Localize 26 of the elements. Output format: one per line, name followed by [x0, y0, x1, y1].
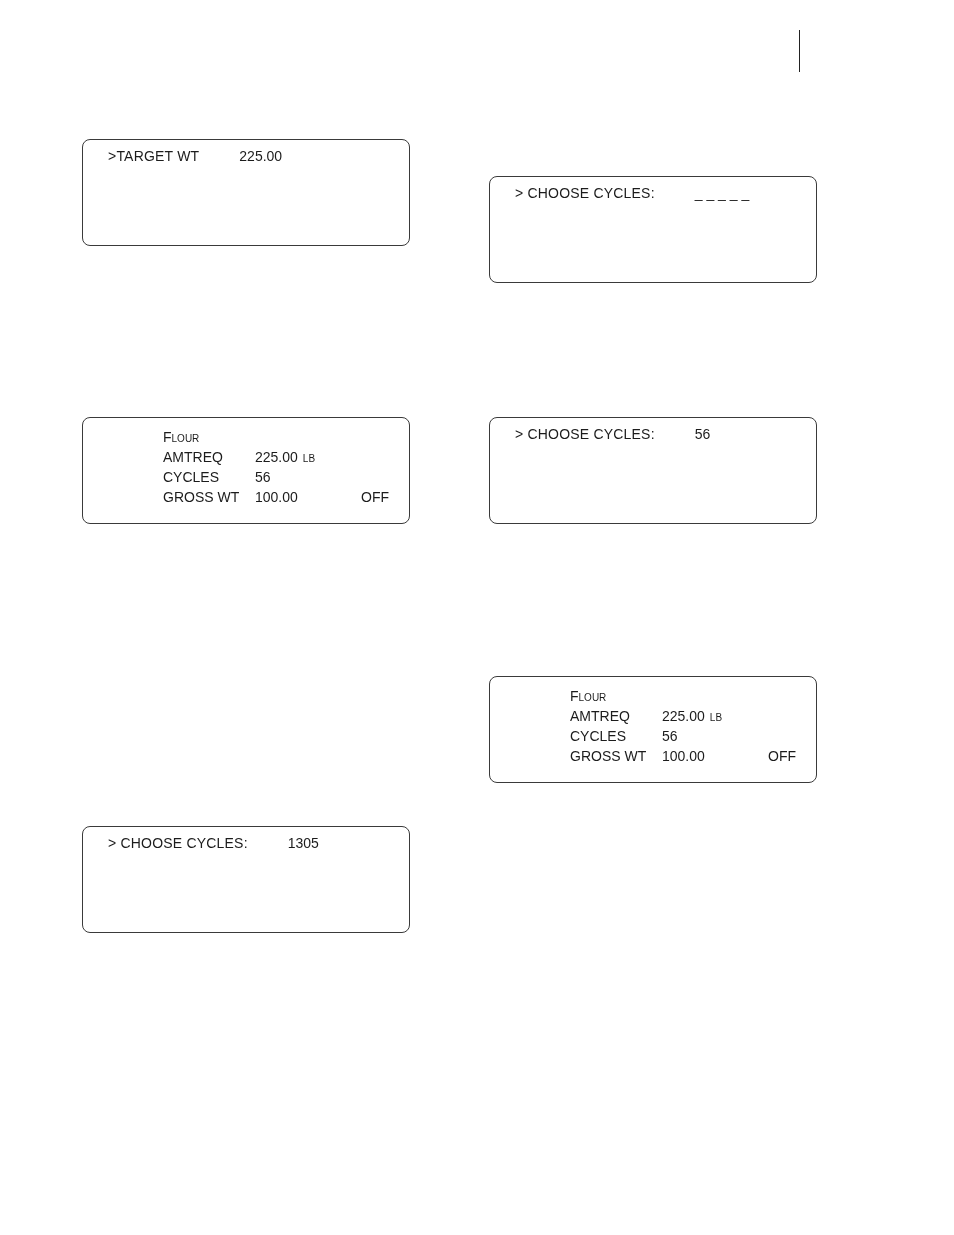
- field-value: 225.00: [662, 707, 705, 726]
- field-label: GROSS WT: [570, 747, 648, 766]
- field-label: GROSS WT: [163, 488, 241, 507]
- product-name: Flour: [570, 687, 607, 706]
- entry-value: 1305: [287, 834, 319, 853]
- field-value: 56: [255, 468, 271, 487]
- field-value: 225.00: [255, 448, 298, 467]
- field-label: AMTREQ: [163, 448, 224, 467]
- unit-label: lb: [302, 448, 316, 467]
- product-name: Flour: [163, 428, 200, 447]
- entry-value: 225.00: [239, 147, 283, 166]
- status-text: OFF: [768, 747, 796, 766]
- field-value: 56: [662, 727, 678, 746]
- entry-value: 56: [694, 425, 711, 444]
- field-value: 100.00: [662, 747, 705, 766]
- prompt-text: >TARGET WT: [108, 147, 200, 166]
- prompt-text: > CHOOSE CYCLES:: [515, 425, 655, 444]
- unit-label: lb: [709, 707, 723, 726]
- field-label: AMTREQ: [570, 707, 631, 726]
- entry-value: _ _ _ _ _: [694, 184, 750, 203]
- prompt-text: > CHOOSE CYCLES:: [108, 834, 248, 853]
- prompt-text: > CHOOSE CYCLES:: [515, 184, 655, 203]
- field-label: CYCLES: [163, 468, 221, 487]
- status-text: OFF: [361, 488, 389, 507]
- field-label: CYCLES: [570, 727, 628, 746]
- field-value: 100.00: [255, 488, 298, 507]
